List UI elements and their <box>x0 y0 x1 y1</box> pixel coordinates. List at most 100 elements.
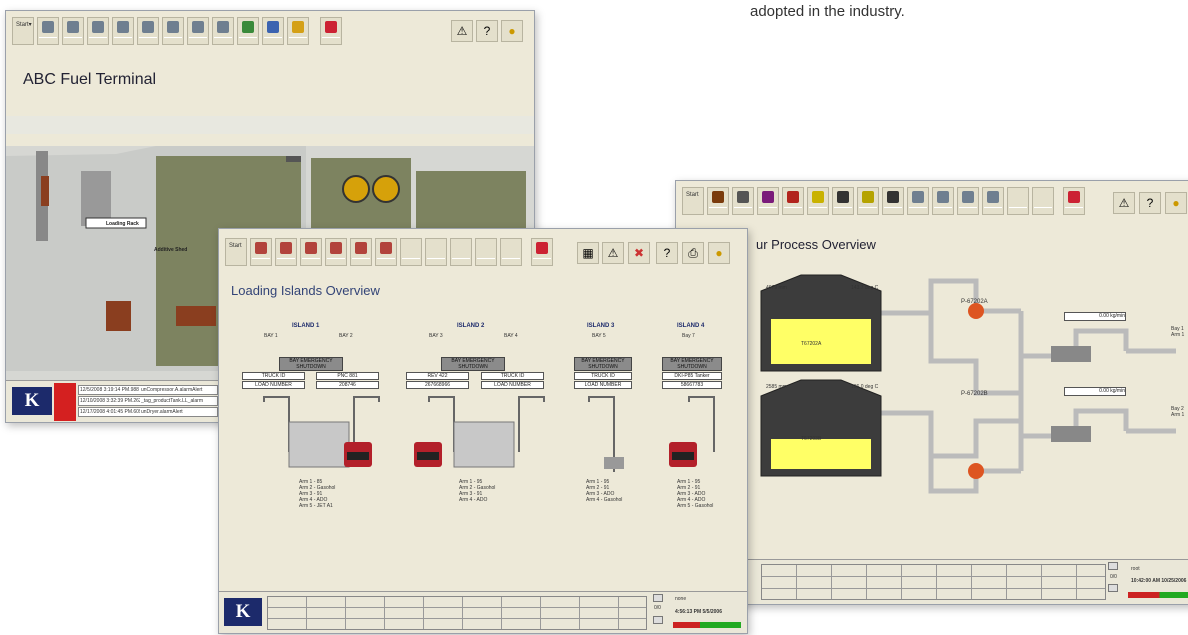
empty-button[interactable] <box>475 238 497 266</box>
alarm-button[interactable]: ⚠ <box>1113 192 1135 214</box>
bay4-button[interactable] <box>325 238 347 266</box>
navigate-button[interactable] <box>531 238 553 266</box>
shutdown-button-island-4[interactable]: BAY EMERGENCY SHUTDOWN <box>662 357 722 371</box>
bay5-button[interactable] <box>350 238 372 266</box>
shutdown-button-island-1[interactable]: BAY EMERGENCY SHUTDOWN <box>279 357 343 371</box>
island-1-label: ISLAND 1 <box>292 323 320 329</box>
event-grid <box>761 564 1106 600</box>
bay4-button[interactable] <box>137 17 159 45</box>
start-button[interactable]: Start <box>682 187 704 215</box>
shutdown-button-island-3[interactable]: BAY EMERGENCY SHUTDOWN <box>574 357 632 371</box>
truck-icon <box>255 242 267 254</box>
truck-icon <box>937 191 949 203</box>
tank-button[interactable] <box>832 187 854 215</box>
bay-button[interactable] <box>957 187 979 215</box>
bay5-button[interactable] <box>162 17 184 45</box>
overview-button[interactable] <box>907 187 929 215</box>
help-button[interactable]: ? <box>1139 192 1161 214</box>
exit-button[interactable]: ● <box>1165 192 1187 214</box>
bay-1-label: BAY 1 <box>264 333 278 339</box>
tank-button[interactable] <box>732 187 754 215</box>
report-button[interactable]: ▦ <box>577 242 599 264</box>
bay3-button[interactable] <box>112 17 134 45</box>
arm-list-island-3: Arm 1 - 95 Arm 2 - 91 Arm 3 - ADO Arm 4 … <box>586 479 622 503</box>
bay-1-arm-label: Bay 1 Arm 1 <box>1171 326 1185 338</box>
empty-button[interactable] <box>425 238 447 266</box>
page-up-button[interactable] <box>653 594 663 602</box>
alarm-button[interactable]: ⚠ <box>451 20 473 42</box>
truck-id-label: TRUCK ID <box>574 372 632 380</box>
bay1-button[interactable] <box>250 238 272 266</box>
alarm-button[interactable]: ⚠ <box>602 242 624 264</box>
reports-button[interactable] <box>262 17 284 45</box>
tools-button[interactable] <box>237 17 259 45</box>
help-button[interactable]: ? <box>476 20 498 42</box>
tank-a-name: T67202A <box>801 341 822 347</box>
navigate-button[interactable] <box>1063 187 1085 215</box>
trends-button[interactable] <box>287 17 309 45</box>
load-number-label: LOAD NUMBER <box>481 381 544 389</box>
bay1-button[interactable] <box>62 17 84 45</box>
bay-button[interactable] <box>932 187 954 215</box>
truck-icon <box>167 21 179 33</box>
page-down-button[interactable] <box>653 616 663 624</box>
tank-b-name: T67203B <box>801 436 822 442</box>
tank-button[interactable] <box>707 187 729 215</box>
bay2-button[interactable] <box>275 238 297 266</box>
truck-icon <box>92 21 104 33</box>
bay-button[interactable] <box>982 187 1004 215</box>
start-label: Start <box>686 192 699 198</box>
truck-icon <box>142 21 154 33</box>
arm-list-island-1: Arm 1 - 85 Arm 2 - Gasohol Arm 3 - 91 Ar… <box>299 479 335 509</box>
pump-b-label: P-67202B <box>961 391 988 397</box>
help-button[interactable]: ? <box>656 242 678 264</box>
loading-rack-label: Loading Rack <box>106 221 139 227</box>
start-button[interactable]: Start▾ <box>12 17 34 45</box>
alarm-indicator <box>54 383 76 421</box>
empty-button[interactable] <box>400 238 422 266</box>
page-title: ABC Fuel Terminal <box>23 71 157 88</box>
truck-icon <box>912 191 924 203</box>
arm-item: Arm 5 - JET A1 <box>299 503 333 509</box>
tank-button[interactable] <box>782 187 804 215</box>
tools-button[interactable]: ✖ <box>628 242 650 264</box>
truck-id-value: DKI-P85 Tanker <box>662 372 722 380</box>
alarm-row-3[interactable]: 12/17/2008 4:01:45 PM.609 unDryer.alarmA… <box>78 407 218 417</box>
chart-icon <box>292 21 304 33</box>
tank-button[interactable] <box>857 187 879 215</box>
start-button[interactable]: Start <box>225 238 247 266</box>
tank-button[interactable] <box>882 187 904 215</box>
bay3-button[interactable] <box>300 238 322 266</box>
exit-button[interactable]: ● <box>708 242 730 264</box>
exit-button[interactable]: ● <box>501 20 523 42</box>
additive-button[interactable] <box>212 17 234 45</box>
overview-button[interactable] <box>37 17 59 45</box>
status-indicator <box>1128 592 1188 598</box>
page-up-button[interactable] <box>1108 562 1118 570</box>
empty-button[interactable] <box>450 238 472 266</box>
additive-shed-label: Additive Shed <box>154 247 188 253</box>
alarm-row-1[interactable]: 12/5/2008 3:19:14 PM.988 unCompressor.A.… <box>78 385 218 395</box>
bay2-button[interactable] <box>87 17 109 45</box>
bay7-button[interactable] <box>375 238 397 266</box>
alarm-tag: unDryer.alarmAlert <box>141 409 183 415</box>
status-indicator <box>673 622 741 628</box>
tank-b-level: 2585 mm <box>766 384 787 390</box>
company-logo: K <box>12 387 52 415</box>
empty-button[interactable] <box>1032 187 1054 215</box>
tank-button[interactable] <box>807 187 829 215</box>
page-counter: 0/0 <box>654 605 661 611</box>
bay-7-label: Bay 7 <box>682 333 695 339</box>
empty-button[interactable] <box>1007 187 1029 215</box>
empty-button[interactable] <box>500 238 522 266</box>
tank-button[interactable] <box>757 187 779 215</box>
process-button[interactable] <box>187 17 209 45</box>
shutdown-button-island-2[interactable]: BAY EMERGENCY SHUTDOWN <box>441 357 505 371</box>
navigate-button[interactable] <box>320 17 342 45</box>
truck-icon <box>280 242 292 254</box>
print-button[interactable]: ⎙ <box>682 242 704 264</box>
page-down-button[interactable] <box>1108 584 1118 592</box>
arm-list-island-2: Arm 1 - 95 Arm 2 - Gasohol Arm 3 - 91 Ar… <box>459 479 495 503</box>
alarm-row-2[interactable]: 12/10/2008 3:32:39 PM.262 _tag_productTa… <box>78 396 218 406</box>
page-title: Loading Islands Overview <box>231 283 380 298</box>
